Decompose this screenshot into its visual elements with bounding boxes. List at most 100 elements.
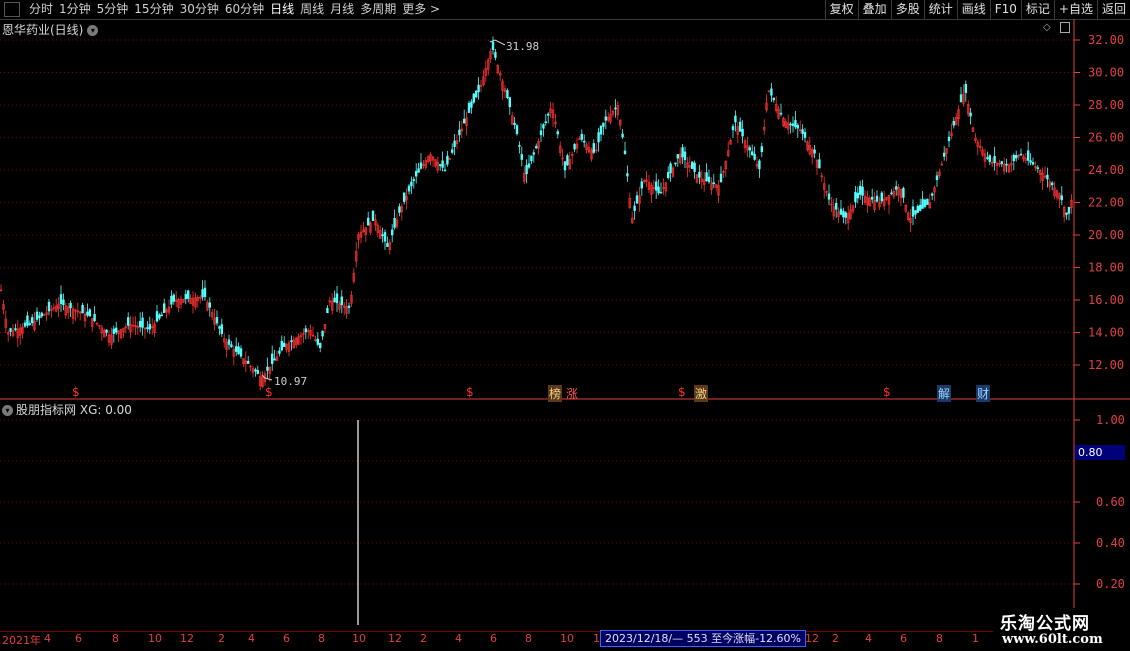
candle-body	[947, 136, 951, 142]
candle-body	[474, 90, 478, 98]
date-tick-label: 6	[75, 632, 82, 645]
candle-body	[386, 243, 389, 247]
candle-body	[146, 327, 149, 329]
candle-body	[890, 192, 893, 195]
candle-body	[93, 313, 96, 322]
candle-body	[340, 296, 343, 306]
date-tick-label: 1	[972, 632, 979, 645]
candle-body	[518, 145, 521, 147]
candle-body	[690, 161, 694, 169]
candle-body	[556, 131, 560, 135]
candle-body	[914, 210, 917, 215]
candle-body	[926, 198, 929, 205]
candle-body	[657, 186, 660, 194]
candle-body	[772, 97, 776, 101]
candle-body	[770, 88, 773, 96]
date-tick-label: 2	[420, 632, 427, 645]
event-marker[interactable]: 财	[976, 385, 991, 402]
candle-body	[623, 150, 627, 155]
candle-body	[23, 322, 27, 327]
event-marker[interactable]: $	[72, 385, 80, 399]
candle-body	[40, 312, 44, 317]
candle-body	[683, 151, 687, 161]
candle-body	[693, 162, 696, 172]
candle-body	[875, 195, 879, 202]
candle-body	[597, 132, 600, 143]
candle-body	[520, 154, 524, 160]
candle-body	[35, 311, 39, 320]
candle-body	[477, 84, 480, 93]
candle-body	[1051, 182, 1054, 186]
event-marker[interactable]: 榜	[548, 385, 563, 402]
candle-body	[494, 52, 497, 58]
date-tick-label: 6	[490, 632, 497, 645]
candle-body	[62, 299, 65, 306]
candle-body	[318, 343, 322, 349]
candle-body	[741, 128, 744, 137]
candle-body	[172, 294, 175, 302]
candle-body	[1067, 206, 1071, 214]
candle-body	[127, 317, 130, 326]
date-tick-label: 8	[112, 632, 119, 645]
candle-body	[902, 187, 905, 198]
event-marker[interactable]: $	[466, 385, 474, 399]
price-chart[interactable]: 32.00 30.00 28.00 26.00 24.00 22.00 20.00 18.00…	[0, 0, 1130, 631]
candle-body	[582, 140, 586, 143]
candle-body	[674, 162, 677, 165]
candle-body	[218, 326, 221, 329]
candle-body	[215, 317, 219, 324]
candle-body	[834, 203, 838, 210]
candle-body	[604, 116, 608, 121]
candle-body	[544, 121, 548, 123]
candle-body	[854, 192, 857, 203]
candle-body	[158, 314, 161, 319]
candle-body	[923, 199, 927, 207]
candle-body	[1027, 150, 1030, 161]
event-marker[interactable]: 涨	[566, 385, 578, 402]
candle-body	[187, 290, 190, 299]
candle-body	[844, 212, 848, 218]
candle-body	[861, 186, 864, 196]
candle-body	[592, 143, 596, 153]
candle-body	[256, 370, 259, 374]
candle-body	[402, 192, 406, 202]
candle-body	[803, 132, 807, 138]
candle-body	[818, 159, 821, 169]
indicator-menu-icon[interactable]: ▾	[2, 405, 13, 416]
candle-body	[417, 168, 420, 173]
event-marker[interactable]: $	[678, 385, 686, 399]
candle-body	[453, 140, 456, 147]
candle-body	[758, 160, 761, 170]
candle-body	[959, 94, 963, 103]
candle-body	[273, 358, 276, 361]
candle-body	[472, 93, 475, 103]
candle-body	[30, 317, 34, 324]
candle-body	[333, 297, 336, 303]
candle-body	[410, 181, 413, 187]
candle-body	[462, 118, 466, 124]
event-marker[interactable]: $	[883, 385, 891, 399]
indicator-tick-label: 1.00	[1096, 413, 1125, 427]
candle-body	[9, 328, 12, 332]
price-tick-label: 20.00	[1088, 228, 1124, 242]
event-marker[interactable]: 激	[694, 385, 709, 402]
candle-body	[993, 156, 996, 163]
range-info-box: 2023/12/18/— 553 至今涨幅-12.60%	[600, 630, 807, 647]
date-tick-label: 6	[283, 632, 290, 645]
candle-body	[458, 129, 461, 136]
event-marker[interactable]: $	[265, 385, 273, 399]
candle-body	[1000, 161, 1004, 165]
price-tick-label: 30.00	[1088, 66, 1124, 80]
candle-body	[705, 172, 708, 182]
indicator-title: ▾ 股朋指标网 XG: 0.00	[2, 401, 132, 418]
candle-body	[28, 323, 31, 325]
event-marker[interactable]: 解	[937, 385, 952, 402]
candle-body	[371, 210, 375, 221]
candle-body	[112, 328, 116, 334]
candle-body	[986, 157, 989, 159]
candle-body	[316, 338, 319, 345]
candle-body	[750, 151, 754, 156]
candle-body	[731, 126, 735, 131]
date-tick-label: 4	[865, 632, 872, 645]
candle-body	[390, 229, 394, 236]
